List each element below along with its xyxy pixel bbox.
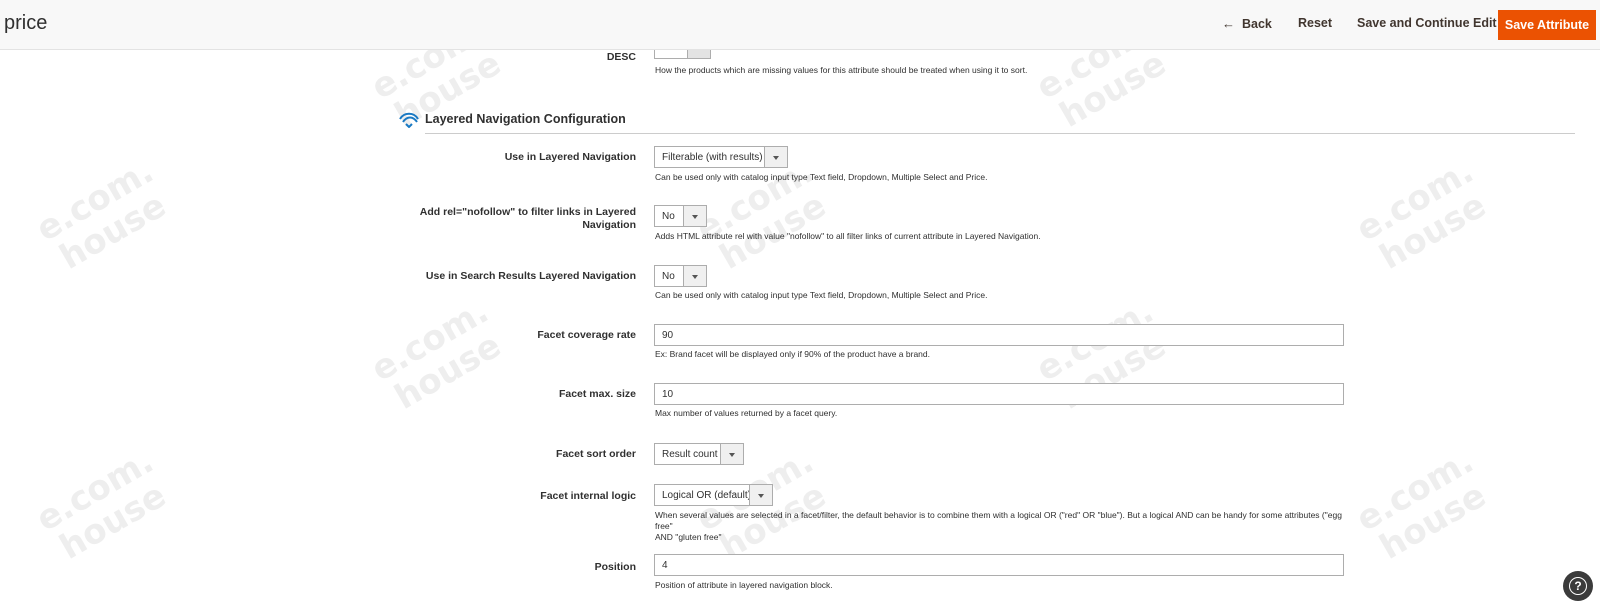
chevron-down-icon [720,444,743,464]
note-line: When several values are selected in a fa… [655,510,1342,531]
help-button[interactable]: ? [1563,571,1593,601]
chevron-down-icon [764,147,787,167]
field-note: When several values are selected in a fa… [655,510,1345,543]
collapse-toggle-icon [399,112,419,128]
field-label: Use in Layered Navigation [504,151,636,163]
note-line: AND "gluten free" [655,532,722,542]
arrow-left-icon: ← [1222,16,1235,31]
field-label: Facet internal logic [540,490,636,502]
field-label: Facet max. size [558,388,636,400]
chevron-down-icon [683,266,706,286]
watermark: e.com.house [1349,441,1493,568]
field-label: Use in Search Results Layered Navigation [425,270,636,282]
help-icon: ? [1569,577,1587,595]
field-note: Ex: Brand facet will be displayed only i… [655,349,930,359]
field-label: DESC [606,51,636,63]
field-label: Facet coverage rate [537,329,636,341]
position-input[interactable]: 4 [654,554,1344,576]
section-divider [425,133,1575,134]
select-value: Filterable (with results) [662,152,763,163]
label-line: Navigation [582,219,636,231]
nofollow-select[interactable]: No [654,205,707,227]
select-value: No [662,211,675,222]
field-label: Position [594,561,636,573]
field-label: Facet sort order [556,448,636,460]
select-value: No [662,271,675,282]
facet-internal-logic-select[interactable]: Logical OR (default) [654,484,773,506]
select-value: Logical OR (default) [662,490,751,501]
field-note: Max number of values returned by a facet… [655,408,838,418]
facet-max-size-input[interactable]: 10 [654,383,1344,405]
facet-coverage-rate-input[interactable]: 90 [654,324,1344,346]
page-title: price [4,12,48,34]
field-note: Can be used only with catalog input type… [655,290,988,300]
watermark: e.com.house [1349,151,1493,278]
search-results-nav-select[interactable]: No [654,265,707,287]
chevron-down-icon [683,206,706,226]
input-value: 10 [662,389,674,400]
field-label: Add rel="nofollow" to filter links in La… [316,206,636,232]
page-header: price ← Back Reset Save and Continue Edit… [0,0,1600,50]
back-button[interactable]: ← Back [1222,16,1272,31]
field-note: Can be used only with catalog input type… [655,172,988,182]
field-note: How the products which are missing value… [655,65,1028,75]
reset-button[interactable]: Reset [1298,16,1332,30]
field-note: Adds HTML attribute rel with value "nofo… [655,231,1041,241]
use-in-layered-nav-select[interactable]: Filterable (with results) [654,146,788,168]
input-value: 90 [662,330,674,341]
label-line: Add rel="nofollow" to filter links in La… [419,206,636,218]
save-and-continue-button[interactable]: Save and Continue Edit [1357,16,1497,30]
watermark: e.com.house [29,441,173,568]
field-note: Position of attribute in layered navigat… [655,580,833,590]
input-value: 4 [662,560,668,571]
watermark: e.com.house [29,151,173,278]
select-value: Result count [662,449,718,460]
facet-sort-order-select[interactable]: Result count [654,443,744,465]
save-attribute-button[interactable]: Save Attribute [1498,10,1596,40]
section-title: Layered Navigation Configuration [425,112,626,126]
chevron-down-icon [749,485,772,505]
back-label: Back [1242,17,1272,31]
